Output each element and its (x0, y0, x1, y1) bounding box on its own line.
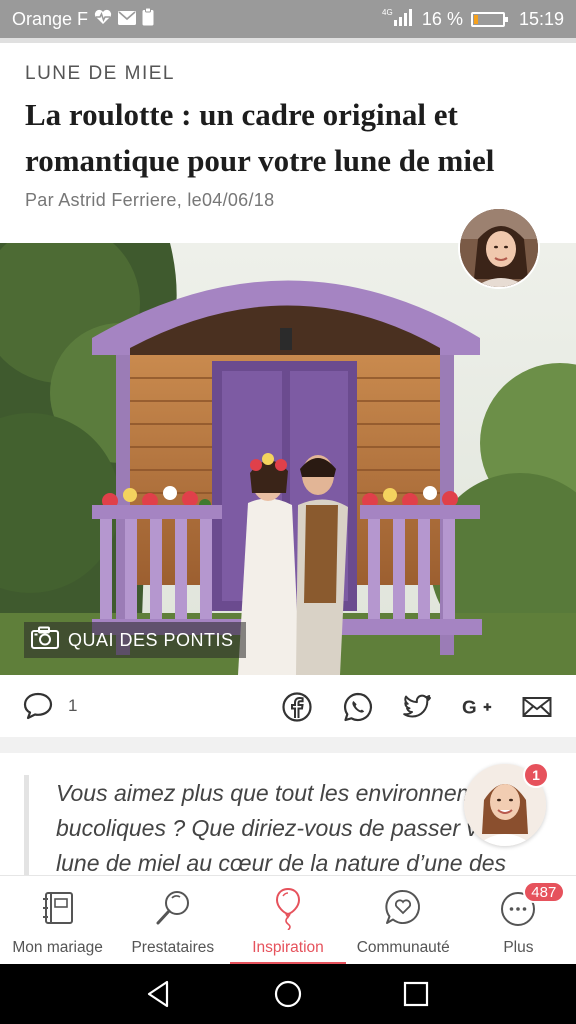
nav-inspiration[interactable]: Inspiration (230, 876, 346, 965)
status-bar: Orange F 4G 16 % 15:19 (0, 0, 576, 38)
section-separator (0, 737, 576, 753)
nav-label: Communauté (356, 939, 450, 956)
svg-text:G: G (462, 697, 477, 718)
photo-credit-text: QUAI DES PONTIS (68, 629, 234, 650)
bottom-navigation: Mon mariage Prestataires Inspiration Com… (0, 875, 576, 965)
article-category[interactable]: LUNE DE MIEL (25, 63, 175, 85)
notebook-icon (38, 886, 78, 930)
battery-fill (473, 14, 478, 24)
heart-chat-icon (383, 886, 423, 930)
article-title: La roulotte : un cadre original et roman… (25, 97, 495, 178)
clipboard-icon (142, 7, 154, 31)
heart-monitor-icon (94, 9, 112, 30)
nav-communaute[interactable]: Communauté (346, 876, 461, 965)
notification-badge: 487 (522, 881, 565, 903)
camera-icon (30, 626, 60, 655)
nav-label: Mon mariage (12, 939, 103, 956)
clock: 15:19 (518, 8, 564, 29)
home-icon[interactable] (272, 978, 304, 1010)
email-icon[interactable] (521, 691, 553, 723)
back-icon[interactable] (143, 978, 175, 1010)
carrier-name: Orange F (12, 8, 89, 29)
author-avatar[interactable] (458, 207, 540, 289)
comments-button[interactable]: 1 (22, 691, 77, 726)
hero-image[interactable]: QUAI DES PONTIS (0, 243, 576, 675)
excerpt-rule (24, 775, 29, 875)
status-divider (0, 38, 576, 43)
comment-icon (22, 691, 54, 726)
comment-count: 1 (68, 695, 78, 715)
share-bar: 1 G (0, 675, 576, 737)
balloon-icon (268, 886, 308, 930)
photo-credit: QUAI DES PONTIS (24, 622, 246, 658)
nav-label: Prestataires (131, 939, 215, 956)
search-icon (153, 886, 193, 930)
battery-percent: 16 % (421, 8, 463, 29)
nav-mon-mariage[interactable]: Mon mariage (0, 876, 115, 965)
battery-icon (470, 11, 508, 27)
whatsapp-icon[interactable] (342, 691, 374, 723)
nav-label: Plus (503, 939, 534, 956)
nav-plus[interactable]: Plus 487 (461, 876, 576, 965)
nav-prestataires[interactable]: Prestataires (115, 876, 230, 965)
recents-icon[interactable] (400, 978, 432, 1010)
network-type: 4G (382, 8, 393, 17)
nav-label: Inspiration (252, 939, 324, 956)
google-plus-icon[interactable]: G (462, 691, 494, 723)
mail-icon (118, 9, 137, 30)
twitter-icon[interactable] (401, 691, 433, 723)
signal-icon: 4G (382, 8, 416, 31)
system-navigation-bar (0, 964, 576, 1024)
article-byline: Par Astrid Ferriere, le04/06/18 (25, 190, 275, 210)
facebook-icon[interactable] (281, 691, 313, 723)
chat-notification-badge: 1 (523, 762, 549, 788)
